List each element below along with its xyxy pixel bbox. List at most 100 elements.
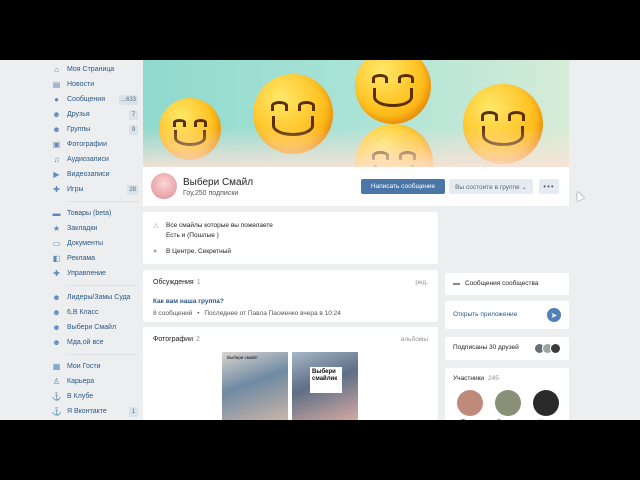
photo-thumbnail[interactable]: Выбери смайл — [222, 352, 288, 420]
nav-item[interactable]: ☻ Выбери Смайл — [52, 320, 138, 335]
community-messages-card[interactable]: ▬ Сообщения сообщества — [445, 273, 569, 295]
nav-item[interactable]: ▭ Документы — [52, 236, 138, 251]
ads-icon: ◧ — [52, 253, 61, 263]
description-line: Есть и (Пошлые ) — [166, 232, 219, 239]
write-message-button[interactable]: Написать сообщение — [361, 179, 445, 194]
membership-dropdown-button[interactable]: Вы состоите в группе ⌄ — [449, 179, 533, 194]
club-icon: ⚓ — [51, 391, 62, 401]
nav-item[interactable]: ✚ Управление — [52, 266, 138, 281]
nav-item-label: Мда,ой все — [67, 339, 104, 346]
guests-icon: ▦ — [52, 361, 61, 371]
nav-item-label: Фотографии — [67, 141, 108, 148]
more-actions-button[interactable]: ••• — [539, 179, 559, 194]
member-avatar[interactable] — [495, 390, 521, 416]
member-item[interactable]: Павел — [453, 390, 487, 420]
group-cover — [143, 60, 569, 167]
open-app-link[interactable]: Открыть приложение — [453, 311, 517, 318]
documents-icon: ▭ — [52, 238, 61, 248]
music-icon: ♫ — [53, 154, 60, 164]
nav-item[interactable]: ▤ Новости — [52, 77, 138, 92]
nav-item-label: Документы — [67, 240, 104, 247]
location-row: ● В Центре, Секретный — [153, 248, 231, 255]
nav-item[interactable]: ▶ Видеозаписи — [52, 167, 138, 182]
nav-item[interactable]: ✚ Игры 28 — [52, 182, 138, 197]
members-card: Участники 245 ПавелВладикИванВалерияНаст… — [445, 368, 569, 420]
nav-item[interactable]: ▣ Фотографии — [52, 137, 138, 152]
group-header: Выбери Смайл Гоу,250 подписки Написать с… — [143, 167, 569, 206]
community-messages-link[interactable]: ▬ Сообщения сообщества — [453, 280, 538, 287]
nav-item-label: Мои Гости — [67, 363, 101, 370]
nav-separator — [67, 201, 138, 202]
photos-label: Фотографии — [153, 336, 194, 343]
nav-item-count-badge: 1 — [129, 407, 138, 417]
friends-subscribed-card[interactable]: Подписаны 30 друзей — [445, 337, 569, 360]
group-link-icon: ☻ — [52, 292, 61, 302]
topic-link[interactable]: Как вам наша группа? — [153, 298, 224, 305]
friends-subscribed-label: Подписаны 30 друзей — [453, 344, 519, 351]
nav-item-label: Группы — [67, 126, 91, 133]
market-icon: ▬ — [52, 208, 61, 218]
discussions-label: Обсуждения — [153, 279, 194, 286]
video-icon: ▶ — [53, 169, 60, 179]
group-link-icon: ☻ — [52, 307, 61, 317]
groups-icon: ☻ — [52, 124, 61, 134]
discussions-title[interactable]: Обсуждения 1 — [153, 279, 201, 286]
nav-item[interactable]: ☻ Друзья 7 — [52, 107, 138, 122]
letterbox-bottom — [0, 420, 640, 480]
group-avatar[interactable] — [151, 173, 177, 199]
friends-icon: ☻ — [52, 109, 61, 119]
nav-item-label: В Клубе — [67, 393, 94, 400]
nav-item[interactable]: ⚓ Я Вконтакте 1 — [52, 404, 138, 419]
nav-item[interactable]: ☻ Мда,ой все — [52, 335, 138, 350]
letterbox-top — [0, 0, 640, 60]
friend-avatar[interactable] — [550, 343, 561, 354]
photo-thumbnail[interactable]: Выбери смайлик — [292, 352, 358, 420]
home-icon: ⌂ — [54, 64, 59, 74]
nav-item[interactable]: ♙ Карьера — [52, 374, 138, 389]
member-item[interactable]: Владик — [491, 390, 525, 420]
smiley-image — [463, 84, 543, 164]
discussions-count: 1 — [196, 279, 201, 286]
topic-meta: 8 сообщений • Последнее от Павла Пасменк… — [153, 310, 344, 317]
nav-item-label: Карьера — [67, 378, 95, 385]
nav-item[interactable]: ▦ Мои Гости — [52, 359, 138, 374]
nav-item-label: Друзья — [67, 111, 90, 118]
open-app-card[interactable]: Открыть приложение ➤ — [445, 301, 569, 329]
nav-item[interactable]: ◧ Реклама — [52, 251, 138, 266]
nav-item[interactable]: ⌂ Моя Страница — [52, 62, 138, 77]
nav-separator — [67, 354, 138, 355]
member-avatar[interactable] — [457, 390, 483, 416]
nav-item[interactable]: ★ Закладки — [52, 221, 138, 236]
members-count: 245 — [488, 375, 499, 382]
member-avatar[interactable] — [533, 390, 559, 416]
group-title: Выбери Смайл — [183, 177, 254, 188]
photos-block: Фотографии 2 альбомы Выбери смайл Выбери … — [143, 327, 438, 420]
nav-item-label: Выбери Смайл — [67, 324, 117, 331]
nav-item[interactable]: ⚓ В Клубе — [52, 389, 138, 404]
smiley-image — [253, 74, 333, 154]
photos-title[interactable]: Фотографии 2 — [153, 336, 200, 343]
nav-item-label: Я Вконтакте — [67, 408, 107, 415]
smiley-image — [355, 60, 431, 124]
member-item[interactable]: Иван — [529, 390, 563, 420]
nav-item[interactable]: ● Сообщения ...633 — [52, 92, 138, 107]
nav-item[interactable]: ☻ Лидеры/Замы Суда — [52, 290, 138, 305]
nav-item-label: Видеозаписи — [67, 171, 110, 178]
photo-caption: Выбери смайлик — [310, 367, 342, 393]
members-title[interactable]: Участники 245 — [453, 375, 499, 382]
topic-message-count[interactable]: 8 сообщений — [153, 310, 192, 317]
albums-link[interactable]: альбомы — [401, 336, 428, 343]
members-label: Участники — [453, 375, 485, 382]
group-info-card: ⚠ Все смайлы которые вы пожелаете Есть и… — [143, 212, 438, 264]
photos-count: 2 — [196, 336, 200, 343]
arrow-right-icon[interactable]: ➤ — [547, 308, 561, 322]
career-icon: ♙ — [52, 376, 61, 386]
nav-item-label: Управление — [67, 270, 106, 277]
nav-item[interactable]: ▬ Товары (beta) — [52, 206, 138, 221]
nav-item[interactable]: ☻ Группы 9 — [52, 122, 138, 137]
edit-link[interactable]: ред. — [415, 279, 428, 286]
nav-item[interactable]: ♫ Аудиозаписи — [52, 152, 138, 167]
nav-item[interactable]: ☻ 6,В Класс — [52, 305, 138, 320]
nav-item-count-badge: ...633 — [118, 95, 138, 105]
nav-item-label: Товары (beta) — [67, 210, 112, 217]
